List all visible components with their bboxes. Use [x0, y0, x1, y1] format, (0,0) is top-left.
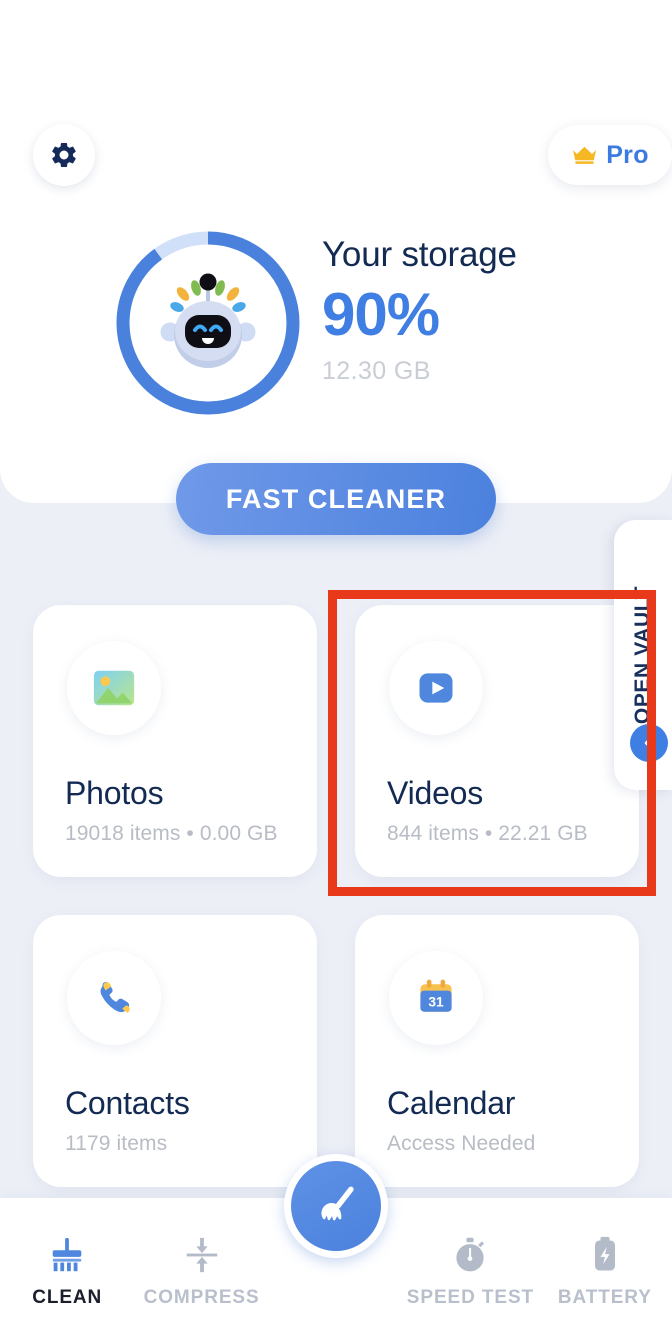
fast-cleaner-button[interactable]: FAST CLEANER: [176, 463, 496, 535]
tile-contacts[interactable]: Contacts 1179 items: [33, 915, 317, 1187]
tile-title: Contacts: [65, 1085, 190, 1121]
nav-label: SPEED TEST: [406, 1287, 535, 1308]
calendar-icon-circle: 31: [389, 951, 483, 1045]
nav-label: COMPRESS: [143, 1287, 260, 1308]
nav-item-clean[interactable]: CLEAN: [0, 1198, 134, 1338]
vault-chevron-button[interactable]: [630, 724, 668, 762]
battery-bolt-icon: [594, 1236, 615, 1271]
stopwatch-icon: [456, 1237, 485, 1272]
photos-icon-circle: [67, 641, 161, 735]
open-vault-tab[interactable]: OPEN VAULT: [614, 520, 672, 790]
robot-mascot-icon: [160, 273, 256, 368]
tile-subtitle: 844 items • 22.21 GB: [387, 822, 588, 845]
pro-label: Pro: [606, 140, 649, 169]
chevron-left-icon: [644, 736, 653, 750]
broom-brush-icon: [52, 1237, 82, 1272]
pro-upgrade-button[interactable]: Pro: [548, 125, 672, 185]
storage-size: 12.30 GB: [322, 357, 431, 385]
storage-title: Your storage: [322, 235, 517, 274]
tile-title: Calendar: [387, 1085, 516, 1121]
tile-videos[interactable]: Videos 844 items • 22.21 GB: [355, 605, 639, 877]
tile-photos[interactable]: Photos 19018 items • 0.00 GB: [33, 605, 317, 877]
open-vault-label: OPEN VAULT: [631, 585, 654, 725]
storage-ring: [113, 228, 303, 418]
category-grid: Photos 19018 items • 0.00 GB Videos 844 …: [33, 605, 639, 1187]
videos-icon-circle: [389, 641, 483, 735]
contacts-icon-circle: [67, 951, 161, 1045]
nav-label: BATTERY: [557, 1287, 652, 1308]
tile-title: Photos: [65, 775, 164, 811]
tile-calendar[interactable]: 31 Calendar Access Needed: [355, 915, 639, 1187]
fast-cleaner-label: FAST CLEANER: [225, 483, 447, 514]
compress-arrows-icon: [186, 1237, 217, 1273]
broom-icon: [321, 1186, 354, 1221]
settings-button[interactable]: [33, 124, 95, 186]
gear-icon: [52, 142, 76, 168]
contacts-phone-icon: [100, 982, 130, 1014]
fab-clean-button[interactable]: [284, 1154, 388, 1258]
svg-text:31: 31: [428, 994, 444, 1009]
storage-percent: 90%: [322, 281, 440, 348]
app-root: Pro Your storage 90% 12.30 GB FAST CLEAN…: [0, 0, 672, 1338]
nav-item-battery[interactable]: BATTERY: [538, 1198, 672, 1338]
tile-subtitle: 19018 items • 0.00 GB: [65, 822, 278, 845]
tile-subtitle: 1179 items: [65, 1132, 168, 1155]
storage-card: Pro Your storage 90% 12.30 GB: [0, 0, 672, 503]
storage-info: Your storage 90% 12.30 GB: [322, 233, 517, 386]
tile-title: Videos: [387, 775, 484, 811]
crown-icon: [573, 146, 597, 164]
nav-item-speed-test[interactable]: SPEED TEST: [403, 1198, 537, 1338]
photos-image-icon: [93, 670, 135, 706]
videos-play-icon: [419, 673, 453, 703]
calendar-icon: 31: [420, 979, 452, 1012]
nav-item-compress[interactable]: COMPRESS: [134, 1198, 268, 1338]
tile-subtitle: Access Needed: [387, 1132, 536, 1155]
bottom-navigation: CLEAN COMPRESS SPEED TEST BATTERY: [0, 1154, 672, 1338]
nav-label: CLEAN: [32, 1287, 103, 1308]
